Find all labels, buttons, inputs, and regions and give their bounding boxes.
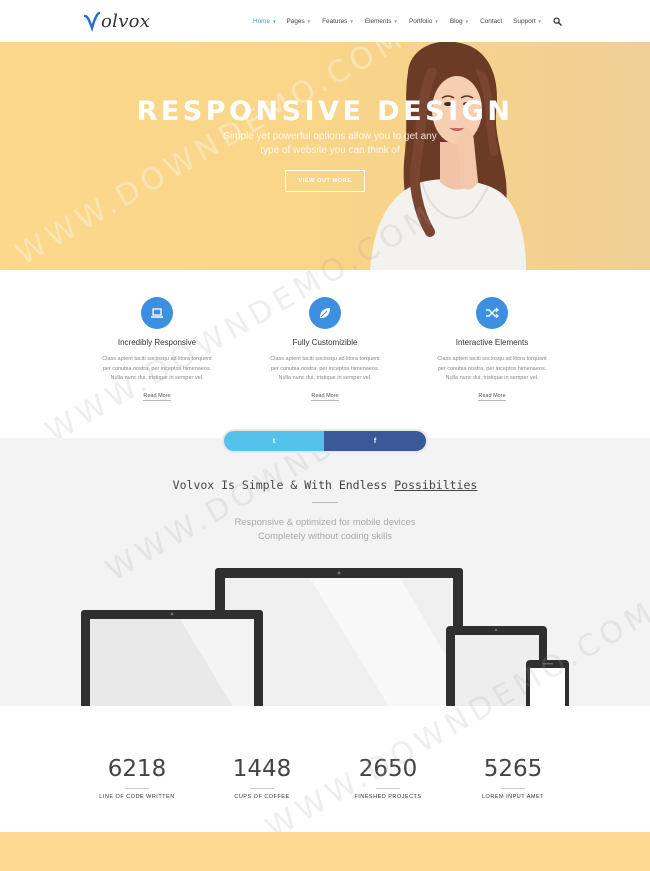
hero-cta-button[interactable]: VIEW OUT MORE	[285, 170, 365, 192]
chevron-down-icon: ▼	[464, 18, 470, 24]
hero-title: RESPONSIVE DESIGN	[136, 96, 514, 127]
twitter-share-button[interactable]: t	[224, 431, 324, 451]
nav-label: Home	[253, 17, 271, 25]
nav-item-elements[interactable]: Elements ▼	[365, 18, 398, 25]
feature-text-line: Nulla nunc dui, tristique in semper vel.	[110, 375, 204, 381]
read-more-link[interactable]: Read More	[478, 393, 506, 401]
stat-label: LOREM INPUT AMET	[482, 794, 544, 800]
hero-subtitle-line: Simple yet powerful options allow you to…	[223, 131, 437, 142]
stat-label: FINESHED PROJECTS	[354, 794, 422, 800]
nav-label: Contact	[480, 17, 503, 25]
feature-card: Interactive Elements Class aptent taciti…	[417, 297, 567, 402]
feature-text-line: Nulla nunc dui, tristique in semper vel.	[278, 375, 372, 381]
chevron-down-icon: ▼	[306, 18, 312, 24]
stat-counter: 1448 CUPS OF COFFEE	[202, 756, 322, 800]
feature-icon-badge	[309, 297, 341, 329]
hero-section: RESPONSIVE DESIGN Simple yet powerful op…	[0, 42, 650, 270]
feature-text-line: Nulla nunc dui, tristique in semper vel.	[445, 375, 539, 381]
chevron-down-icon: ▼	[434, 18, 439, 24]
feature-title: Incredibly Responsive	[117, 338, 197, 347]
stat-number: 2650	[358, 756, 418, 782]
shuffle-icon	[486, 307, 499, 319]
feature-icon-badge	[476, 297, 508, 329]
site-header: olvox Home ▼ Pages ▼ Features ▼ Elements ▼ P…	[0, 0, 650, 42]
simple-section: Volvox Is Simple & With Endless Possibil…	[0, 438, 650, 706]
nav-label: Pages	[286, 17, 305, 25]
nav-label: Elements	[364, 17, 392, 25]
stat-label: CUPS OF COFFEE	[234, 794, 290, 800]
nav-label: Portfolio	[408, 17, 433, 25]
laptop-device-icon	[81, 610, 263, 706]
nav-item-pages[interactable]: Pages ▼	[287, 18, 312, 25]
facebook-icon: f	[373, 437, 377, 445]
stat-label: LINE OF CODE WRITTEN	[99, 794, 175, 800]
nav-item-contact[interactable]: Contact	[480, 18, 502, 25]
stat-number: 6218	[107, 756, 167, 782]
feature-text-line: per conubia nostra, per inceptos himenae…	[102, 365, 212, 372]
main-nav: Home ▼ Pages ▼ Features ▼ Elements ▼ Portfol…	[253, 15, 562, 27]
feature-card: Fully Customizible Class aptent taciti s…	[250, 297, 400, 402]
stat-counter: 6218 LINE OF CODE WRITTEN	[77, 756, 197, 800]
feature-text-line: Class aptent taciti sociosqu ad litora t…	[102, 356, 212, 362]
feature-text: Class aptent taciti sociosqu ad litora t…	[82, 355, 232, 384]
phone-device-icon	[526, 660, 569, 706]
stat-divider	[125, 788, 149, 789]
logo-text: olvox	[101, 10, 151, 32]
twitter-icon: t	[272, 437, 276, 445]
nav-item-blog[interactable]: Blog ▼	[450, 18, 469, 25]
feature-card: Incredibly Responsive Class aptent tacit…	[82, 297, 232, 402]
laptop-icon	[151, 308, 163, 318]
logo[interactable]: olvox	[84, 8, 150, 34]
feature-text-line: Class aptent taciti sociosqu ad litora t…	[270, 356, 380, 362]
search-icon[interactable]	[553, 16, 562, 26]
feature-text: Class aptent taciti sociosqu ad litora t…	[417, 355, 567, 384]
social-share-bar: t f	[222, 429, 428, 453]
hero-subtitle-line: type of website you can think of	[260, 145, 400, 156]
features-section: Incredibly Responsive Class aptent tacit…	[0, 198, 650, 450]
stat-counter: 2650 FINESHED PROJECTS	[328, 756, 448, 800]
chevron-down-icon: ▼	[537, 18, 543, 24]
logo-mark-icon	[84, 11, 100, 32]
feature-text-line: Class aptent taciti sociosqu ad litora t…	[437, 356, 547, 362]
nav-label: Blog	[449, 17, 463, 25]
nav-item-home[interactable]: Home ▼	[253, 18, 277, 25]
footer-band	[0, 832, 650, 871]
feature-icon-badge	[141, 297, 173, 329]
stat-counter: 5265 LOREM INPUT AMET	[453, 756, 573, 800]
feature-text-line: per conubia nostra, per inceptos himenae…	[437, 365, 547, 372]
chevron-down-icon: ▼	[349, 18, 354, 24]
stat-divider	[250, 788, 274, 789]
stats-section: 6218 LINE OF CODE WRITTEN 1448 CUPS OF C…	[0, 594, 650, 846]
stat-divider	[376, 788, 400, 789]
facebook-share-button[interactable]: f	[324, 431, 426, 451]
feature-title: Interactive Elements	[455, 338, 529, 347]
devices-illustration	[81, 568, 569, 706]
chevron-down-icon: ▼	[272, 18, 277, 24]
feature-title: Fully Customizible	[292, 338, 358, 347]
feature-text: Class aptent taciti sociosqu ad litora t…	[250, 355, 400, 384]
leaf-icon	[320, 308, 330, 318]
nav-item-features[interactable]: Features ▼	[322, 18, 354, 25]
stat-number: 1448	[232, 756, 292, 782]
stat-divider	[501, 788, 525, 789]
read-more-link[interactable]: Read More	[311, 393, 339, 401]
feature-text-line: per conubia nostra, per inceptos himenae…	[270, 365, 380, 372]
read-more-link[interactable]: Read More	[143, 393, 171, 401]
hero-subtitle: Simple yet powerful options allow you to…	[190, 130, 470, 158]
stat-number: 5265	[483, 756, 543, 782]
nav-item-support[interactable]: Support ▼	[513, 18, 542, 25]
nav-label: Support	[513, 17, 536, 25]
chevron-down-icon: ▼	[393, 18, 398, 24]
nav-item-portfolio[interactable]: Portfolio ▼	[409, 18, 439, 25]
nav-label: Features	[322, 17, 348, 25]
